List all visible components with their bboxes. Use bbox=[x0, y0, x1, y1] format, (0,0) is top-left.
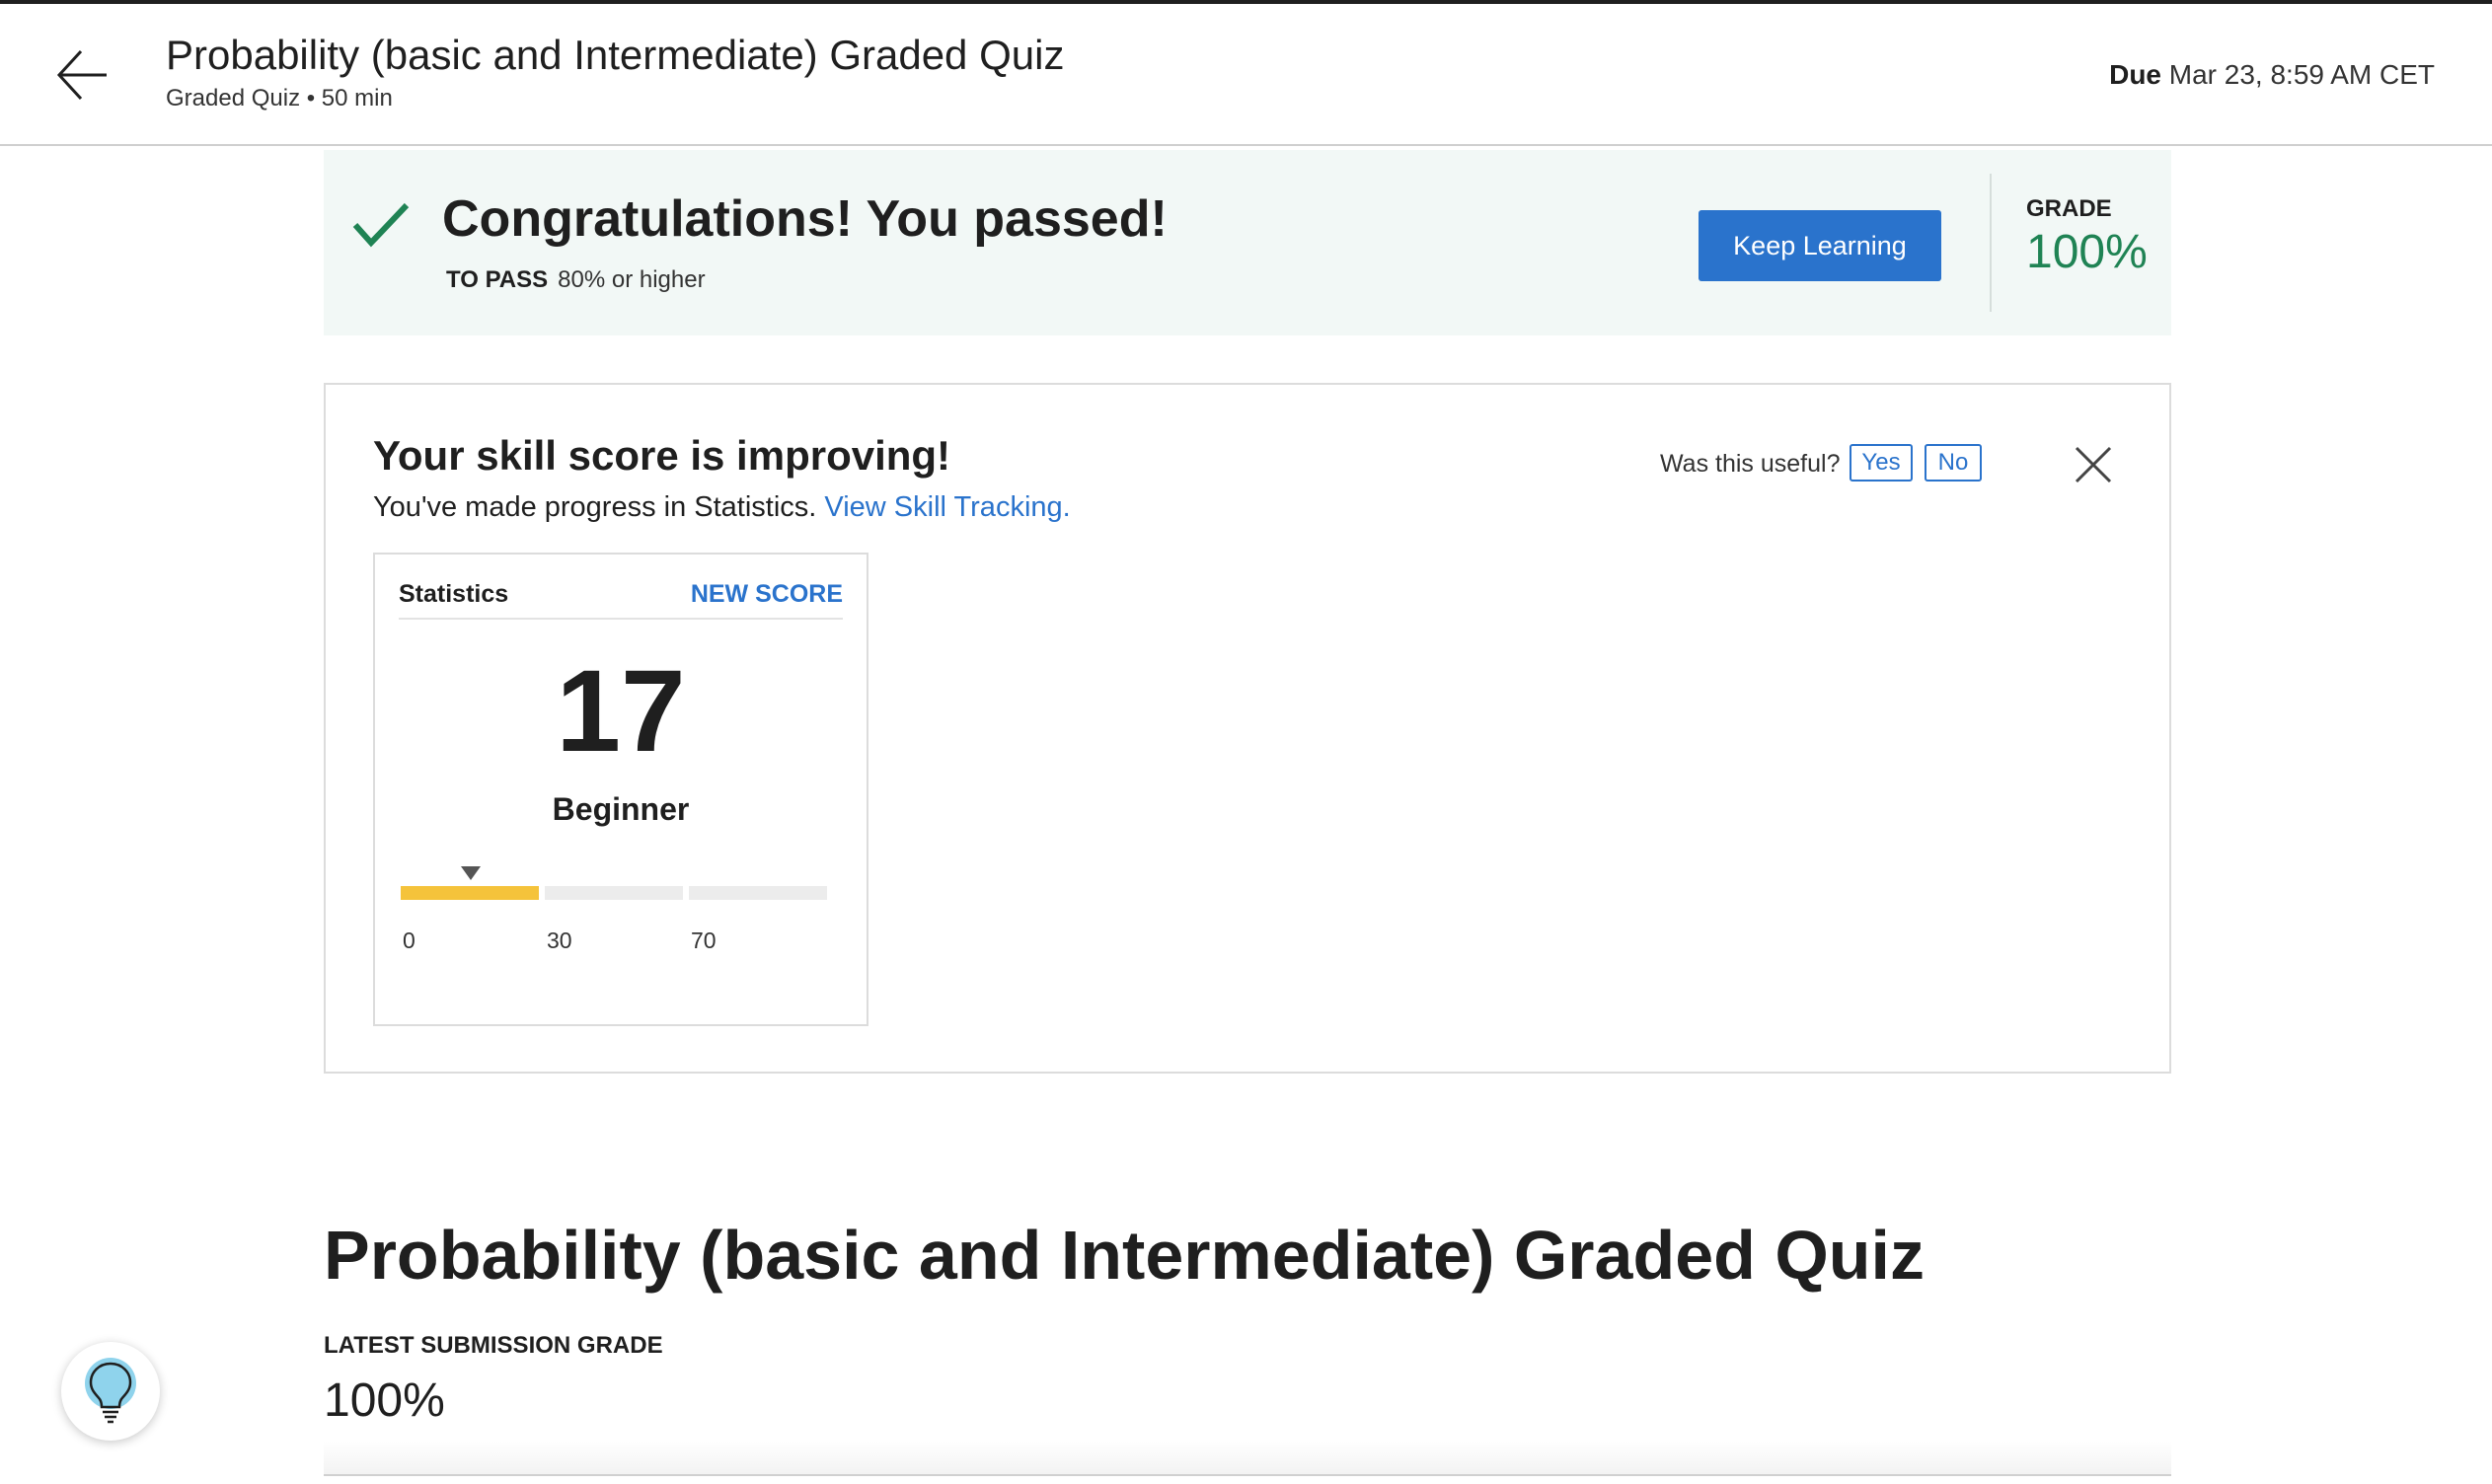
score-header: Statistics NEW SCORE bbox=[399, 578, 843, 620]
due-value: Mar 23, 8:59 AM CET bbox=[2168, 59, 2435, 90]
quiz-title: Probability (basic and Intermediate) Gra… bbox=[324, 1217, 1925, 1294]
progress-segment-advanced bbox=[689, 886, 827, 900]
to-pass-label: TO PASS bbox=[446, 266, 549, 293]
feedback-label: Was this useful? bbox=[1660, 450, 1841, 478]
tick-label: 70 bbox=[691, 928, 717, 953]
to-pass-value: 80% or higher bbox=[558, 266, 706, 293]
score-marker bbox=[461, 866, 481, 880]
new-score-badge: NEW SCORE bbox=[690, 580, 843, 608]
check-icon bbox=[351, 199, 411, 249]
header-subtitle: Graded Quiz • 50 min bbox=[166, 85, 393, 111]
lightbulb-icon bbox=[85, 1358, 136, 1424]
progress-segment-beginner bbox=[401, 886, 539, 900]
tick-label: 0 bbox=[403, 928, 415, 953]
feedback-no-button[interactable]: No bbox=[1925, 444, 1982, 482]
progress-segment-intermediate bbox=[545, 886, 683, 900]
due-date: Due Mar 23, 8:59 AM CET bbox=[2109, 59, 2435, 91]
keep-learning-button[interactable]: Keep Learning bbox=[1699, 210, 1941, 281]
tick-label: 30 bbox=[547, 928, 572, 953]
skill-description: You've made progress in Statistics. View… bbox=[373, 491, 1071, 524]
feedback-yes-button[interactable]: Yes bbox=[1850, 444, 1913, 482]
header-title: Probability (basic and Intermediate) Gra… bbox=[166, 32, 1065, 78]
close-button[interactable] bbox=[2073, 444, 2114, 485]
section-shadow bbox=[324, 1441, 2171, 1476]
section-divider bbox=[324, 1474, 2171, 1476]
view-skill-tracking-link[interactable]: View Skill Tracking. bbox=[824, 491, 1070, 523]
page-header: Probability (basic and Intermediate) Gra… bbox=[0, 4, 2492, 146]
pass-banner: Congratulations! You passed! TO PASS 80% … bbox=[324, 150, 2171, 335]
help-button[interactable] bbox=[61, 1342, 160, 1441]
divider bbox=[1990, 174, 1992, 312]
pass-title: Congratulations! You passed! bbox=[442, 190, 1168, 248]
to-pass: TO PASS 80% or higher bbox=[446, 266, 706, 294]
skill-score-card: Your skill score is improving! You've ma… bbox=[324, 383, 2171, 1074]
grade-label: GRADE bbox=[2026, 195, 2112, 222]
statistics-score-box: Statistics NEW SCORE 17 Beginner 0 30 70 bbox=[373, 553, 868, 1026]
score-skill-name: Statistics bbox=[399, 580, 509, 608]
score-number: 17 bbox=[556, 646, 686, 777]
skill-description-text: You've made progress in Statistics. bbox=[373, 491, 817, 523]
due-label: Due bbox=[2109, 59, 2161, 90]
back-button[interactable] bbox=[51, 43, 114, 107]
grade-value: 100% bbox=[2026, 226, 2148, 278]
arrow-left-icon bbox=[56, 49, 107, 101]
latest-submission-grade: 100% bbox=[324, 1374, 445, 1427]
score-level: Beginner bbox=[552, 791, 690, 827]
skill-title: Your skill score is improving! bbox=[373, 432, 951, 479]
close-icon bbox=[2075, 446, 2112, 483]
latest-submission-label: LATEST SUBMISSION GRADE bbox=[324, 1332, 663, 1359]
